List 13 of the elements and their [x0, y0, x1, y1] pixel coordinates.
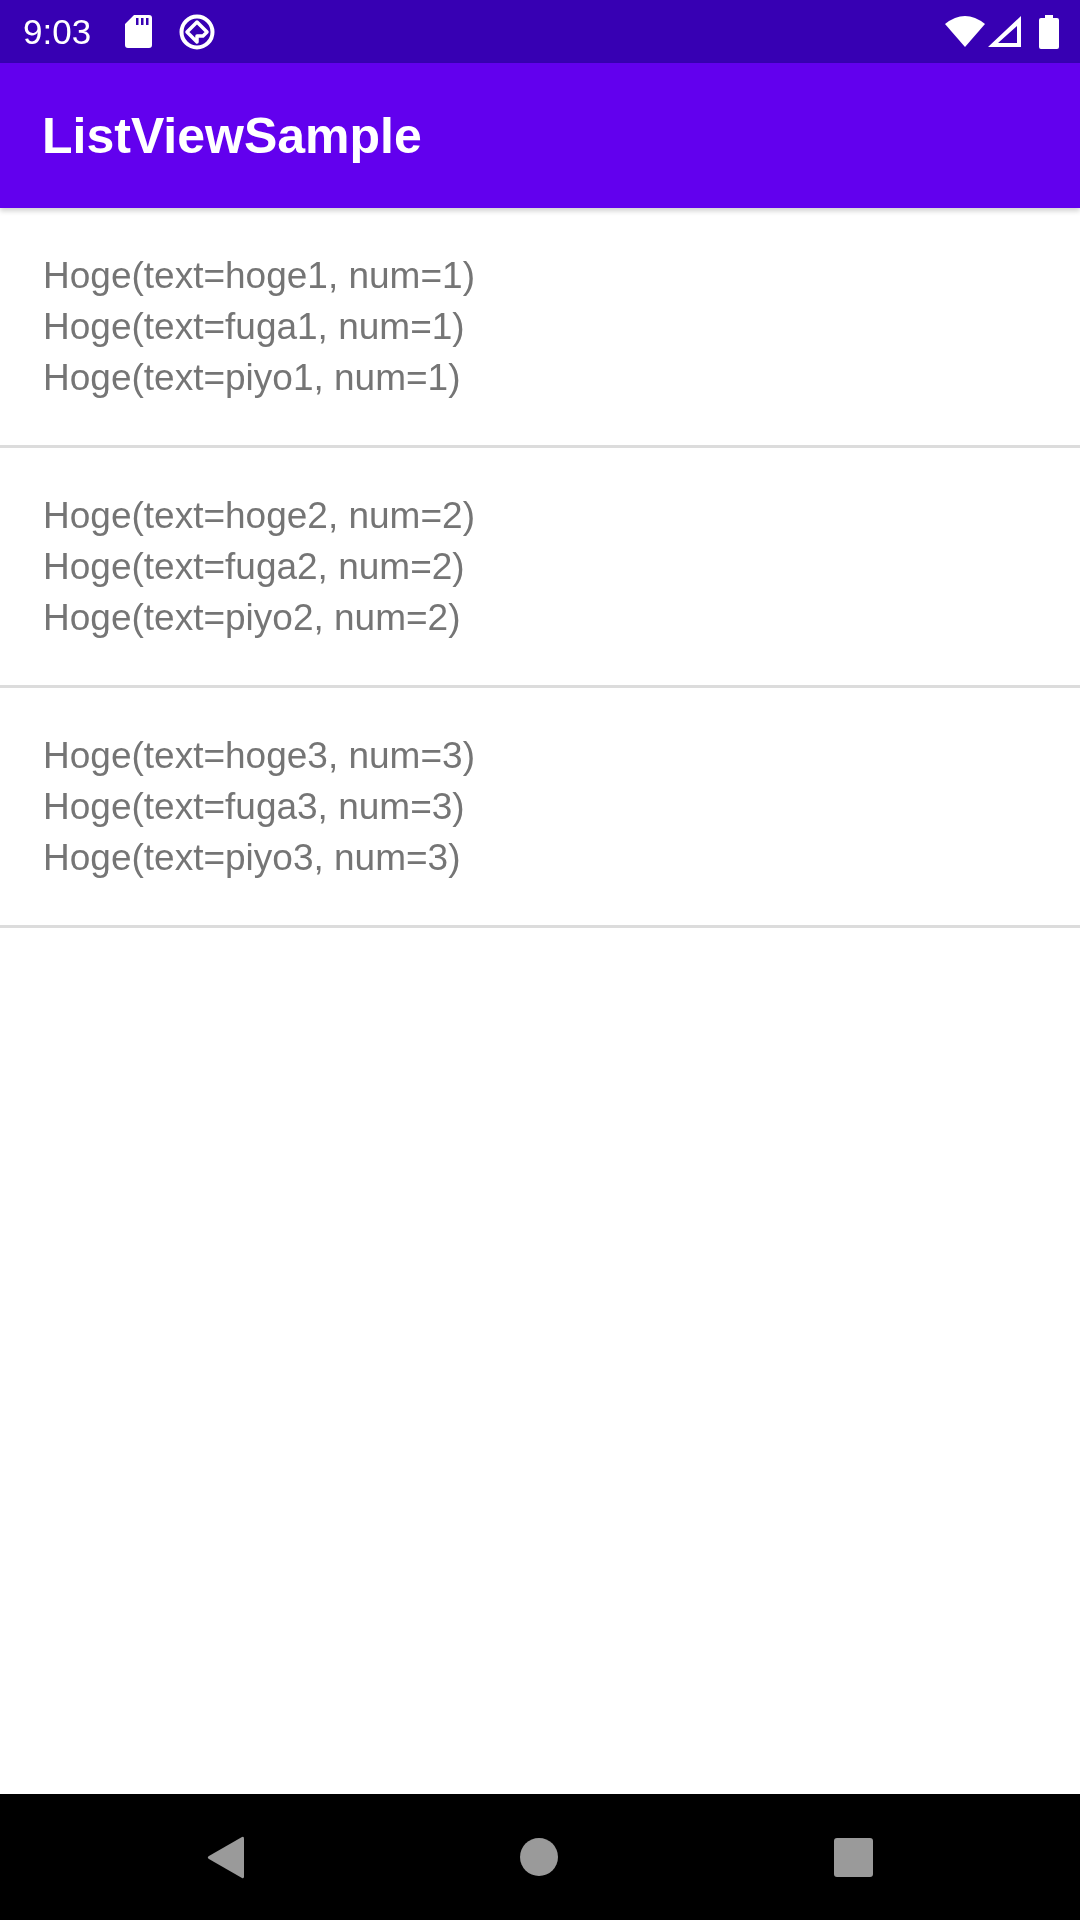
wifi-icon: [945, 16, 985, 47]
list-item[interactable]: Hoge(text=hoge2, num=2) Hoge(text=fuga2, num=2) Hoge(text=piyo2, num=2): [0, 448, 1080, 688]
circle-ring-icon: [179, 13, 216, 50]
app-title: ListViewSample: [42, 110, 422, 161]
home-circle-icon[interactable]: [520, 1838, 558, 1876]
sd-card-icon: [125, 15, 153, 48]
clock-time: 9:03: [23, 14, 92, 49]
back-triangle-icon[interactable]: [207, 1835, 244, 1879]
list-item[interactable]: Hoge(text=hoge1, num=1) Hoge(text=fuga1, num=1) Hoge(text=piyo1, num=1): [0, 208, 1080, 448]
recents-square-icon[interactable]: [834, 1837, 873, 1877]
list-item[interactable]: Hoge(text=hoge3, num=3) Hoge(text=fuga3, num=3) Hoge(text=piyo3, num=3): [0, 688, 1080, 928]
signal-icon: [988, 16, 1021, 47]
battery-icon: [1039, 14, 1059, 49]
